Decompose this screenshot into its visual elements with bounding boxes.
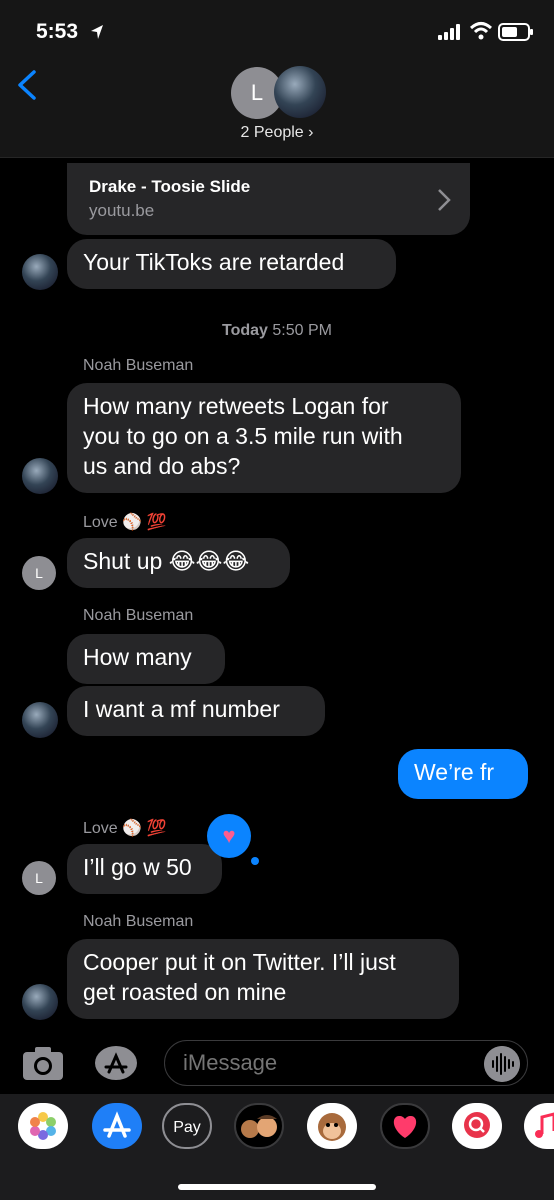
avatar[interactable] (22, 702, 58, 738)
camera-icon[interactable] (22, 1044, 64, 1082)
wifi-icon (469, 22, 493, 40)
group-avatar-photo[interactable] (274, 66, 326, 118)
message-bubble[interactable]: How many retweets Logan for you to go on… (67, 383, 461, 493)
sender-name: Noah Buseman (83, 607, 194, 624)
message-bubble[interactable]: Cooper put it on Twitter. I’ll just get … (67, 939, 459, 1019)
back-chevron-icon[interactable] (14, 70, 40, 100)
app-store-icon[interactable] (92, 1103, 142, 1149)
memoji-icon[interactable] (234, 1103, 284, 1149)
chevron-right-icon (438, 189, 451, 211)
group-details-link[interactable]: 2 People › (0, 124, 554, 142)
message-bubble[interactable]: Your TikToks are retarded (67, 239, 396, 289)
sender-name: Noah Buseman (83, 357, 194, 374)
imessage-input[interactable] (164, 1040, 528, 1086)
status-time: 5:53 (36, 20, 79, 43)
message-line: Cooper put it on Twitter. I’ll just (83, 949, 396, 975)
message-line: How many retweets Logan for (83, 393, 389, 419)
audio-waveform-icon[interactable] (484, 1046, 520, 1082)
sender-name: Love ⚾ 💯 (83, 514, 167, 531)
sender-name: Love ⚾ 💯 (83, 820, 167, 837)
photos-icon[interactable] (18, 1103, 68, 1149)
link-preview-card[interactable] (67, 163, 470, 235)
animoji-icon[interactable] (307, 1103, 357, 1149)
reaction-tail (251, 857, 259, 865)
timestamp-day: Today (222, 322, 268, 339)
heart-reaction-icon[interactable]: ♥ (207, 814, 251, 858)
apple-pay-icon[interactable]: Pay (162, 1103, 212, 1149)
music-icon[interactable] (524, 1103, 554, 1149)
message-bubble[interactable]: I’ll go w 50 (67, 844, 222, 894)
message-bubble[interactable]: How many (67, 634, 225, 684)
search-web-icon[interactable] (452, 1103, 502, 1149)
message-line: you to go on a 3.5 mile run with (83, 423, 403, 449)
location-arrow-icon (91, 25, 103, 39)
avatar-initial[interactable]: L (22, 861, 56, 895)
avatar[interactable] (22, 254, 58, 290)
message-bubble[interactable]: Shut up 😂😂😂 (67, 538, 290, 588)
home-indicator[interactable] (178, 1184, 376, 1190)
timestamp-time: 5:50 PM (272, 322, 332, 339)
avatar[interactable] (22, 984, 58, 1020)
digital-touch-icon[interactable] (380, 1103, 430, 1149)
timestamp: Today 5:50 PM (0, 322, 554, 340)
message-line: us and do abs? (83, 453, 241, 479)
apple-pay-label: Pay (173, 1119, 201, 1136)
battery-icon (498, 23, 533, 41)
link-preview-title: Drake - Toosie Slide (89, 177, 251, 196)
message-line: get roasted on mine (83, 979, 287, 1005)
sent-message-bubble[interactable]: We’re fr (398, 749, 528, 799)
link-preview-domain: youtu.be (89, 201, 155, 220)
sender-name: Noah Buseman (83, 913, 194, 930)
app-store-icon[interactable] (92, 1044, 140, 1082)
avatar[interactable] (22, 458, 58, 494)
message-bubble[interactable]: I want a mf number (67, 686, 325, 736)
avatar-initial[interactable]: L (22, 556, 56, 590)
cellular-signal-icon (438, 24, 460, 40)
